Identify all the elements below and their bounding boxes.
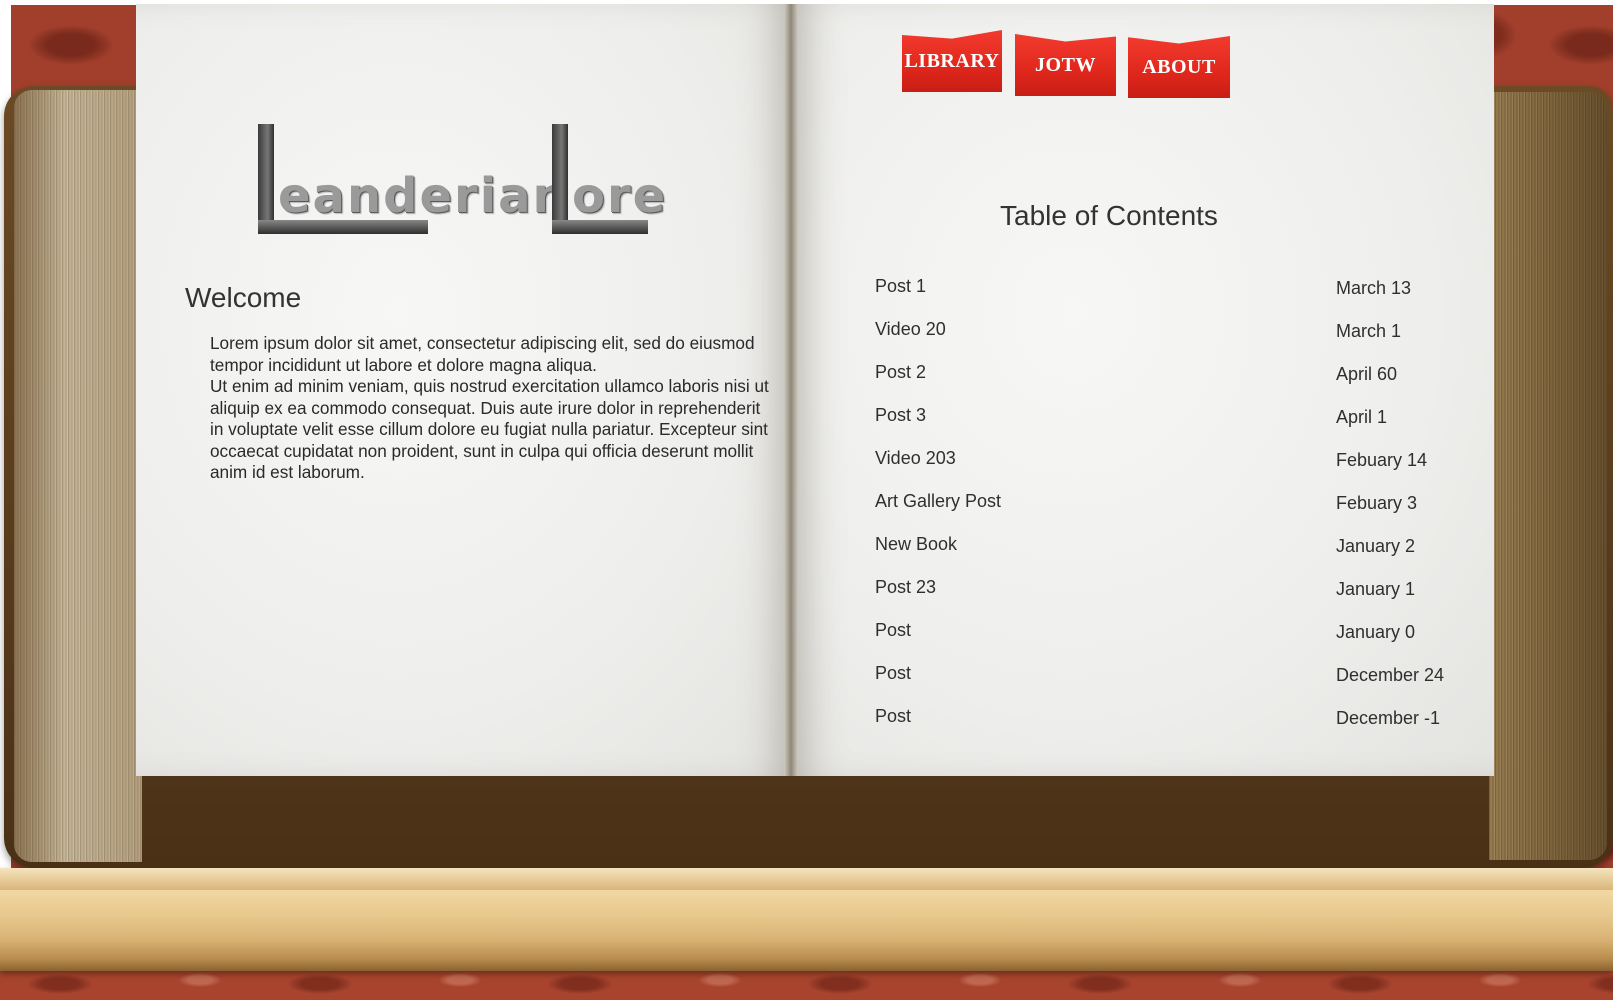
toc-entry-title[interactable]: Post 3 (875, 405, 926, 426)
toc-entry-title[interactable]: Post (875, 663, 911, 684)
toc-entry-date: December -1 (1336, 708, 1441, 728)
site-logo[interactable]: eanderian ore (254, 120, 674, 250)
toc-entry-title[interactable]: New Book (875, 534, 957, 555)
toc-entry[interactable]: Post December 24 (875, 663, 1475, 706)
toc-entry[interactable]: Post 1 March 13 (875, 276, 1475, 319)
toc-entry-date: March 1 (1336, 321, 1402, 341)
welcome-text: Lorem ipsum dolor sit amet, consectetur … (210, 333, 770, 484)
toc-entry[interactable]: Art Gallery Post Febuary 3 (875, 491, 1475, 534)
toc-entry-date: April 60 (1336, 364, 1398, 384)
toc-entry-date: March 13 (1336, 278, 1412, 298)
toc-entry-date: January 2 (1336, 536, 1416, 556)
toc-entry-date: January 0 (1336, 622, 1416, 642)
toc-heading: Table of Contents (1000, 200, 1218, 231)
logo-letter-l-second (552, 124, 648, 234)
toc-entry-date: April 1 (1336, 407, 1388, 427)
tab-about[interactable]: ABOUT (1128, 36, 1230, 98)
toc-entry-title[interactable]: Video 203 (875, 448, 956, 469)
toc-entry[interactable]: Post January 0 (875, 620, 1475, 663)
toc-entry-date: Febuary 3 (1336, 493, 1418, 513)
book-page-edges-right (1489, 92, 1607, 860)
welcome-heading: Welcome (185, 282, 302, 313)
tab-library-label: LIBRARY (904, 49, 1000, 72)
tab-library[interactable]: LIBRARY (902, 30, 1002, 92)
toc-entry[interactable]: Post December -1 (875, 706, 1475, 749)
welcome-paragraph-1: Lorem ipsum dolor sit amet, consectetur … (210, 333, 755, 375)
toc-entry-title[interactable]: Post (875, 620, 911, 641)
toc-entry[interactable]: Post 3 April 1 (875, 405, 1475, 448)
book-page-edges-left (14, 90, 142, 862)
welcome-paragraph-2: Ut enim ad minim veniam, quis nostrud ex… (210, 376, 769, 482)
tab-about-label: ABOUT (1142, 55, 1216, 78)
toc-entry[interactable]: Post 23 January 1 (875, 577, 1475, 620)
toc-entry-date: January 1 (1336, 579, 1416, 599)
table-of-contents: Post 1 March 13 Video 20 March 1 Post 2 Apr… (875, 276, 1475, 749)
logo-word-leanderian: eanderian (278, 168, 569, 224)
toc-entry-title[interactable]: Video 20 (875, 319, 946, 340)
wooden-shelf (0, 868, 1613, 971)
wallpaper-bottom-strip (0, 970, 1613, 1000)
logo-word-lore: ore (572, 168, 668, 224)
toc-entry-title[interactable]: Post 2 (875, 362, 926, 383)
toc-entry-date: December 24 (1336, 665, 1445, 685)
toc-entry[interactable]: Video 203 Febuary 14 (875, 448, 1475, 491)
toc-entry[interactable]: Video 20 March 1 (875, 319, 1475, 362)
logo-letter-l-first (258, 124, 428, 234)
toc-entry[interactable]: New Book January 2 (875, 534, 1475, 577)
toc-entry-title[interactable]: Art Gallery Post (875, 491, 1001, 512)
book-gutter (784, 4, 798, 776)
toc-entry[interactable]: Post 2 April 60 (875, 362, 1475, 405)
toc-entry-title[interactable]: Post 23 (875, 577, 936, 598)
tab-jotw[interactable]: JOTW (1015, 34, 1116, 96)
toc-entry-date: Febuary 14 (1336, 450, 1428, 470)
toc-entry-title[interactable]: Post 1 (875, 276, 926, 297)
tab-jotw-label: JOTW (1035, 53, 1096, 76)
toc-entry-title[interactable]: Post (875, 706, 911, 727)
